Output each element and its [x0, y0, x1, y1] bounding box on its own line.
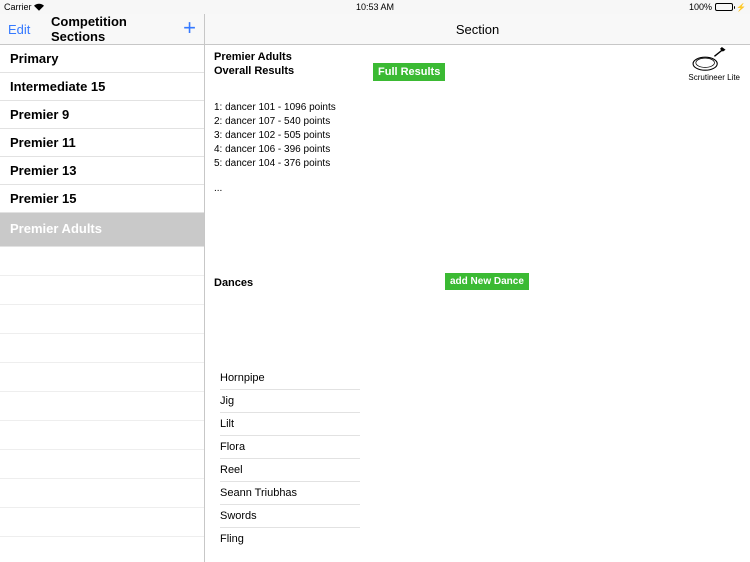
- section-list: Primary Intermediate 15 Premier 9 Premie…: [0, 45, 204, 562]
- result-row: 4: dancer 106 - 396 points: [214, 143, 741, 157]
- list-item: [0, 421, 204, 450]
- results-ellipsis: ...: [214, 183, 741, 194]
- sidebar-title: Competition Sections: [51, 14, 153, 44]
- dance-item-jig[interactable]: Jig: [220, 390, 360, 413]
- charging-icon: ⚡: [736, 3, 746, 12]
- edit-button[interactable]: Edit: [8, 22, 30, 37]
- list-item: [0, 450, 204, 479]
- list-item: [0, 392, 204, 421]
- sidebar-item-primary[interactable]: Primary: [0, 45, 204, 73]
- list-item: [0, 334, 204, 363]
- add-dance-button[interactable]: add New Dance: [445, 273, 529, 290]
- content-header: Section: [205, 14, 750, 45]
- result-row: 5: dancer 104 - 376 points: [214, 157, 741, 171]
- result-row: 3: dancer 102 - 505 points: [214, 129, 741, 143]
- sidebar-item-premier-13[interactable]: Premier 13: [0, 157, 204, 185]
- clipboard-icon: [688, 47, 726, 73]
- dance-item-flora[interactable]: Flora: [220, 436, 360, 459]
- carrier-label: Carrier: [4, 2, 32, 12]
- full-results-button[interactable]: Full Results: [373, 63, 445, 81]
- overall-results-label: Overall Results: [214, 65, 741, 77]
- sidebar-item-intermediate-15[interactable]: Intermediate 15: [0, 73, 204, 101]
- add-section-button[interactable]: +: [183, 17, 196, 42]
- list-item: [0, 508, 204, 537]
- dance-item-hornpipe[interactable]: Hornpipe: [220, 367, 360, 390]
- dance-item-reel[interactable]: Reel: [220, 459, 360, 482]
- list-item: [0, 305, 204, 334]
- sidebar: Edit Competition Sections + Primary Inte…: [0, 14, 205, 562]
- dance-item-fling[interactable]: Fling: [220, 528, 360, 550]
- status-time: 10:53 AM: [356, 2, 394, 12]
- list-item: [0, 479, 204, 508]
- result-row: 2: dancer 107 - 540 points: [214, 115, 741, 129]
- dance-item-lilt[interactable]: Lilt: [220, 413, 360, 436]
- result-row: 1: dancer 101 - 1096 points: [214, 101, 741, 115]
- battery-icon: [715, 3, 733, 11]
- sidebar-item-premier-adults[interactable]: Premier Adults: [0, 213, 204, 247]
- results-list: 1: dancer 101 - 1096 points 2: dancer 10…: [214, 101, 741, 171]
- sidebar-item-premier-15[interactable]: Premier 15: [0, 185, 204, 213]
- dances-header: Dances: [214, 277, 253, 289]
- app-brand: Scrutineer Lite: [688, 47, 740, 82]
- dances-list: Hornpipe Jig Lilt Flora Reel Seann Triub…: [220, 367, 360, 550]
- sidebar-item-premier-9[interactable]: Premier 9: [0, 101, 204, 129]
- section-subtitle: Premier Adults: [214, 51, 741, 63]
- dance-item-swords[interactable]: Swords: [220, 505, 360, 528]
- sidebar-item-premier-11[interactable]: Premier 11: [0, 129, 204, 157]
- brand-label: Scrutineer Lite: [688, 73, 740, 82]
- wifi-icon: [34, 3, 44, 11]
- content-pane: Section Premier Adults Overall Results F…: [205, 14, 750, 562]
- list-item: [0, 363, 204, 392]
- sidebar-header: Edit Competition Sections +: [0, 14, 204, 45]
- battery-percent: 100%: [689, 2, 712, 12]
- list-item: [0, 247, 204, 276]
- status-bar: Carrier 10:53 AM 100% ⚡: [0, 0, 750, 14]
- list-item: [0, 276, 204, 305]
- dance-item-seann-triubhas[interactable]: Seann Triubhas: [220, 482, 360, 505]
